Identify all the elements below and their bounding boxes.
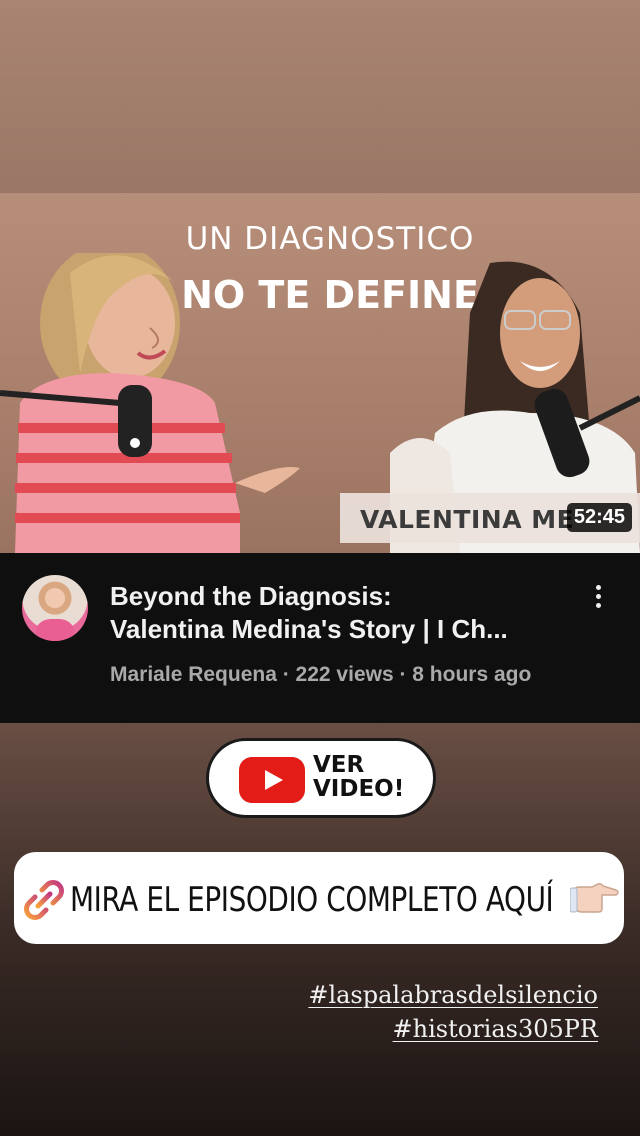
channel-avatar[interactable]	[22, 575, 88, 641]
video-title[interactable]: Beyond the Diagnosis: Valentina Medina's…	[110, 580, 580, 646]
thumbnail-heading-line1: UN DIAGNOSTICO	[185, 221, 475, 257]
ver-video-label: VER VIDEO!	[313, 753, 404, 801]
video-duration-badge: 52:45	[566, 503, 632, 532]
video-info-card[interactable]: Beyond the Diagnosis: Valentina Medina's…	[0, 553, 640, 723]
ver-video-button[interactable]: VER VIDEO!	[206, 738, 436, 818]
youtube-play-icon	[239, 757, 305, 803]
more-vertical-icon[interactable]	[586, 583, 610, 615]
hashtag-2[interactable]: #historias305PR	[308, 1012, 598, 1046]
pointing-hand-icon	[570, 883, 619, 913]
video-title-line2: Valentina Medina's Story | I Ch...	[110, 614, 508, 644]
video-thumbnail[interactable]: UN DIAGNOSTICO NO TE DEFINE VALENTINA ME…	[0, 193, 640, 553]
video-metadata: Mariale Requena · 222 views · 8 hours ag…	[110, 663, 532, 686]
link-icon	[24, 880, 64, 920]
hashtag-list: #laspalabrasdelsilencio #historias305PR	[308, 978, 598, 1046]
ver-video-label-line1: VER	[313, 752, 365, 778]
link-sticker[interactable]: MIRA EL EPISODIO COMPLETO AQUÍ	[14, 852, 624, 944]
host-figure	[0, 253, 300, 553]
link-sticker-label: MIRA EL EPISODIO COMPLETO AQUÍ	[70, 880, 554, 920]
hashtag-1[interactable]: #laspalabrasdelsilencio	[308, 978, 598, 1012]
ver-video-label-line2: VIDEO!	[313, 776, 405, 802]
guest-name-text: VALENTINA ME	[360, 505, 575, 534]
video-title-line1: Beyond the Diagnosis:	[110, 581, 392, 611]
